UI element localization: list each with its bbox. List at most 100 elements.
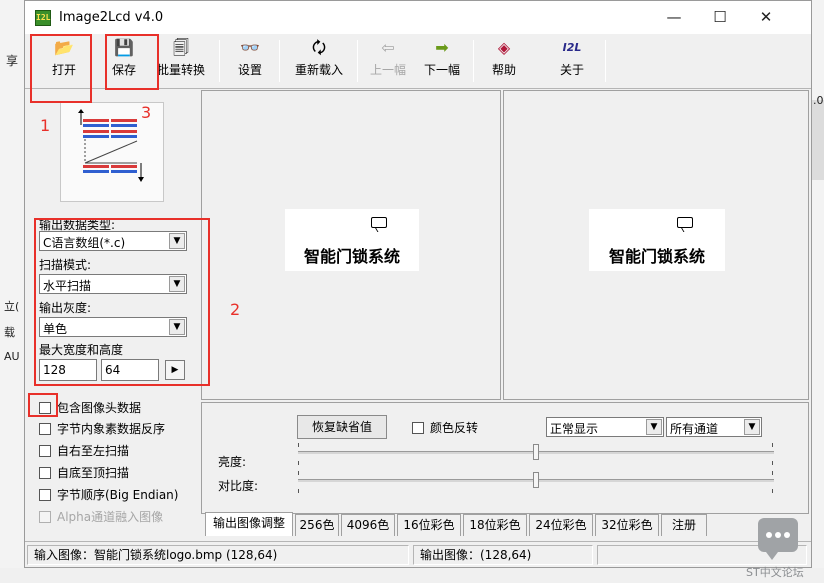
input-image-preview: 智能门锁系统 [201,90,501,400]
slider-tick [772,471,773,475]
tab-register[interactable]: 注册 [661,514,707,536]
slider-tick [772,461,773,465]
input-logo-image: 智能门锁系统 [285,209,419,271]
channel-value: 所有通道 [670,422,719,436]
background-window-right [812,0,824,583]
tab-32bit-color[interactable]: 32位彩色 [595,514,659,536]
background-text-fragment: 载 [4,326,15,339]
next-label: 下一幅 [423,63,460,77]
background-bottom [0,568,824,583]
about-label: 关于 [559,63,584,77]
next-button[interactable]: ➡ 下一幅 [417,37,467,85]
input-logo-text: 智能门锁系统 [303,247,400,266]
settings-glasses-icon: 👓 [240,38,260,57]
watermark-text: ST中文论坛 [746,566,804,579]
channel-select[interactable]: 所有通道 ▼ [666,417,762,437]
tab-18bit-color[interactable]: 18位彩色 [463,514,527,536]
chevron-down-icon[interactable]: ▼ [646,419,662,435]
annotation-box-output-settings [34,218,210,386]
toolbar-separator [357,40,358,82]
checkbox-box [39,510,51,523]
checkbox-label: 字节顺序(Big Endian) [57,488,179,502]
status-output-image: 输出图像：(128,64) [413,545,593,565]
title-bar[interactable]: I2L Image2Lcd v4.0 — ☐ ✕ [25,1,811,34]
chat-bubble-icon [677,217,693,228]
minimize-button[interactable]: — [651,1,697,34]
toolbar-separator [279,40,280,82]
big-endian-checkbox[interactable]: 字节顺序(Big Endian) [39,486,178,504]
annotation-box-header-checkbox [28,393,58,417]
tab-256-color[interactable]: 256色 [295,514,339,536]
tab-4096-color[interactable]: 4096色 [341,514,395,536]
checkbox-label: 包含图像头数据 [57,401,142,415]
window-title: Image2Lcd v4.0 [59,10,164,25]
contrast-slider-thumb[interactable] [533,472,539,488]
output-adjust-panel: 恢复缺省值 颜色反转 正常显示 ▼ 所有通道 ▼ 亮度: 对比度: [201,402,809,514]
help-button[interactable]: ◈ 帮助 [481,37,527,85]
checkbox-label: 自右至左扫描 [57,444,130,458]
close-button[interactable]: ✕ [743,1,789,34]
right-to-left-checkbox[interactable]: 自右至左扫描 [39,442,129,460]
checkbox-box[interactable] [412,421,424,434]
annotation-box-save [105,34,159,90]
reload-icon: 🗘 [311,38,327,57]
tab-output-adjust[interactable]: 输出图像调整 [205,512,293,536]
reverse-bits-checkbox[interactable]: 字节内象素数据反序 [39,420,165,438]
brightness-slider-thumb[interactable] [533,444,539,460]
tab-16bit-color[interactable]: 16位彩色 [397,514,461,536]
annotation-number: 1 [40,116,51,135]
next-icon: ➡ [435,38,449,57]
previous-button[interactable]: ⇦ 上一幅 [363,37,413,85]
slider-tick [298,461,299,465]
background-text-fragment: 享 [6,54,19,68]
annotation-box-open [30,34,92,103]
toolbar-separator [605,40,606,82]
settings-button[interactable]: 👓 设置 [227,37,273,85]
app-icon: I2L [35,10,51,26]
reload-button[interactable]: 🗘 重新载入 [287,37,351,85]
color-mode-tabs: 输出图像调整 256色 4096色 16位彩色 18位彩色 24位彩色 32位彩… [201,512,809,536]
checkbox-box[interactable] [39,466,51,479]
output-image-preview: 智能门锁系统 [503,90,809,400]
slider-tick [772,443,773,447]
help-icon: ◈ [497,38,511,57]
reload-label: 重新载入 [294,63,343,77]
toolbar-separator [219,40,220,82]
chat-bubble-icon [371,217,387,228]
slider-tick [298,489,299,493]
annotation-number: 3 [141,103,152,122]
checkbox-label: 字节内象素数据反序 [57,422,166,436]
background-text-fragment: AU [4,350,20,363]
checkbox-box[interactable] [39,422,51,435]
status-bar: 输入图像：智能门锁系统logo.bmp (128,64) 输出图像：(128,6… [25,541,811,567]
checkbox-label: 自底至顶扫描 [57,466,130,480]
background-text-fragment: .0 [813,94,824,107]
restore-defaults-button[interactable]: 恢复缺省值 [297,415,387,439]
settings-label: 设置 [237,63,262,77]
display-mode-value: 正常显示 [550,422,599,436]
about-button[interactable]: I2L 关于 [549,37,595,85]
chevron-down-icon[interactable]: ▼ [744,419,760,435]
checkbox-box[interactable] [39,444,51,457]
invert-color-checkbox[interactable]: 颜色反转 [412,419,478,437]
alpha-blend-checkbox: Alpha通道融入图像 [39,508,163,526]
output-logo-text: 智能门锁系统 [608,247,705,266]
background-text-fragment: 立( [4,300,20,313]
bottom-to-top-checkbox[interactable]: 自底至顶扫描 [39,464,129,482]
about-icon: I2L [562,41,582,54]
display-mode-select[interactable]: 正常显示 ▼ [546,417,664,437]
output-logo-image: 智能门锁系统 [589,209,725,271]
checkbox-label: Alpha通道融入图像 [57,510,164,524]
previous-icon: ⇦ [381,38,395,57]
slider-tick [772,489,773,493]
forum-chat-icon [758,518,798,560]
checkbox-label: 颜色反转 [430,421,479,435]
maximize-button[interactable]: ☐ [697,1,743,34]
background-gray-bar [812,100,824,180]
tab-24bit-color[interactable]: 24位彩色 [529,514,593,536]
brightness-label: 亮度: [218,455,247,469]
checkbox-box[interactable] [39,488,51,501]
background-window-left [0,0,24,583]
annotation-number: 2 [230,300,241,319]
help-label: 帮助 [491,63,516,77]
